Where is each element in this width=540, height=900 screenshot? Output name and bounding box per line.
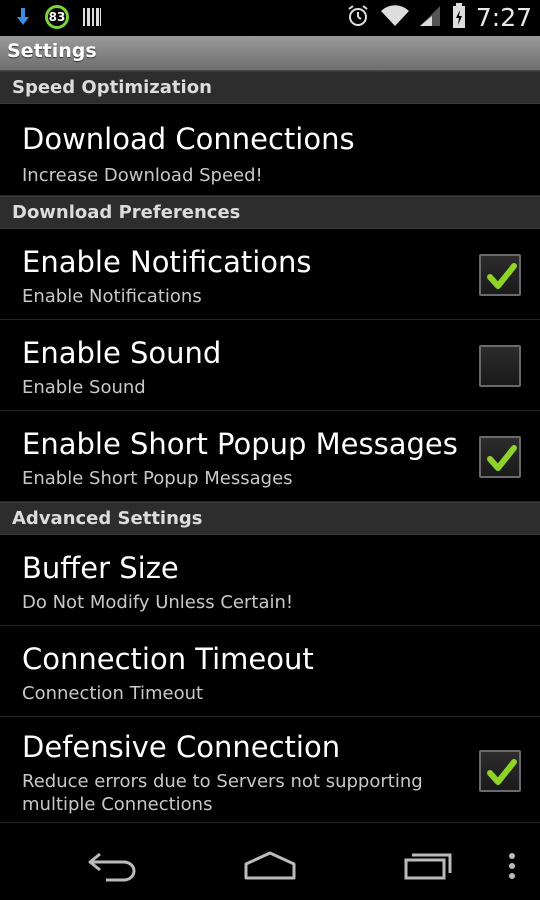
navigation-bar [0, 830, 540, 900]
pref-summary: Connection Timeout [22, 683, 204, 704]
pref-summary: Increase Download Speed! [22, 165, 263, 186]
category-speed-optimization: Speed Optimization [0, 71, 540, 104]
pref-buffer-size[interactable]: Buffer Size Do Not Modify Unless Certain… [0, 535, 540, 626]
clock-time: 7:27 [475, 3, 532, 32]
pref-download-connections[interactable]: Download Connections Increase Download S… [0, 104, 540, 196]
back-icon[interactable] [86, 848, 138, 886]
signal-icon [419, 4, 442, 32]
download-icon [16, 6, 30, 32]
pref-defensive-connection[interactable]: Defensive Connection Reduce errors due t… [0, 717, 540, 823]
popups-checkbox[interactable] [479, 436, 521, 478]
battery-icon [452, 3, 466, 33]
preference-list: Speed Optimization Download Connections … [0, 71, 540, 823]
page-title: Settings [7, 40, 97, 62]
wifi-icon [380, 4, 410, 32]
barcode-icon [82, 6, 102, 32]
home-icon[interactable] [242, 848, 298, 886]
pref-enable-short-popup-messages[interactable]: Enable Short Popup Messages Enable Short… [0, 411, 540, 502]
pref-title: Buffer Size [22, 551, 179, 585]
battery-level-text: 83 [45, 5, 69, 29]
checkmark-icon [487, 263, 517, 289]
pref-title: Connection Timeout [22, 642, 314, 676]
pref-enable-sound[interactable]: Enable Sound Enable Sound [0, 320, 540, 411]
pref-summary: Enable Sound [22, 377, 146, 398]
screen: 83 7:27 Settings Speed Optimization Down… [0, 0, 540, 900]
pref-summary: Enable Short Popup Messages [22, 468, 293, 489]
notifications-checkbox[interactable] [479, 254, 521, 296]
defensive-connection-checkbox[interactable] [479, 750, 521, 792]
pref-title: Enable Notifications [22, 245, 312, 279]
category-advanced-settings: Advanced Settings [0, 502, 540, 535]
sound-checkbox[interactable] [479, 345, 521, 387]
checkmark-icon [487, 445, 517, 471]
pref-title: Defensive Connection [22, 730, 341, 764]
recents-icon[interactable] [402, 848, 454, 886]
alarm-icon [346, 4, 370, 32]
action-bar: Settings [0, 36, 540, 71]
category-download-preferences: Download Preferences [0, 196, 540, 229]
status-right: 7:27 [346, 3, 532, 33]
pref-connection-timeout[interactable]: Connection Timeout Connection Timeout [0, 626, 540, 717]
pref-title: Enable Sound [22, 336, 222, 370]
pref-title: Download Connections [22, 122, 355, 156]
pref-summary: Enable Notifications [22, 286, 202, 307]
battery-circle-icon: 83 [45, 5, 69, 29]
status-bar: 83 7:27 [0, 0, 540, 36]
checkmark-icon [487, 759, 517, 785]
overflow-menu-icon[interactable] [506, 852, 518, 886]
pref-title: Enable Short Popup Messages [22, 427, 458, 461]
pref-summary: Do Not Modify Unless Certain! [22, 592, 294, 613]
pref-enable-notifications[interactable]: Enable Notifications Enable Notification… [0, 229, 540, 320]
pref-summary: Reduce errors due to Servers not support… [22, 771, 423, 815]
